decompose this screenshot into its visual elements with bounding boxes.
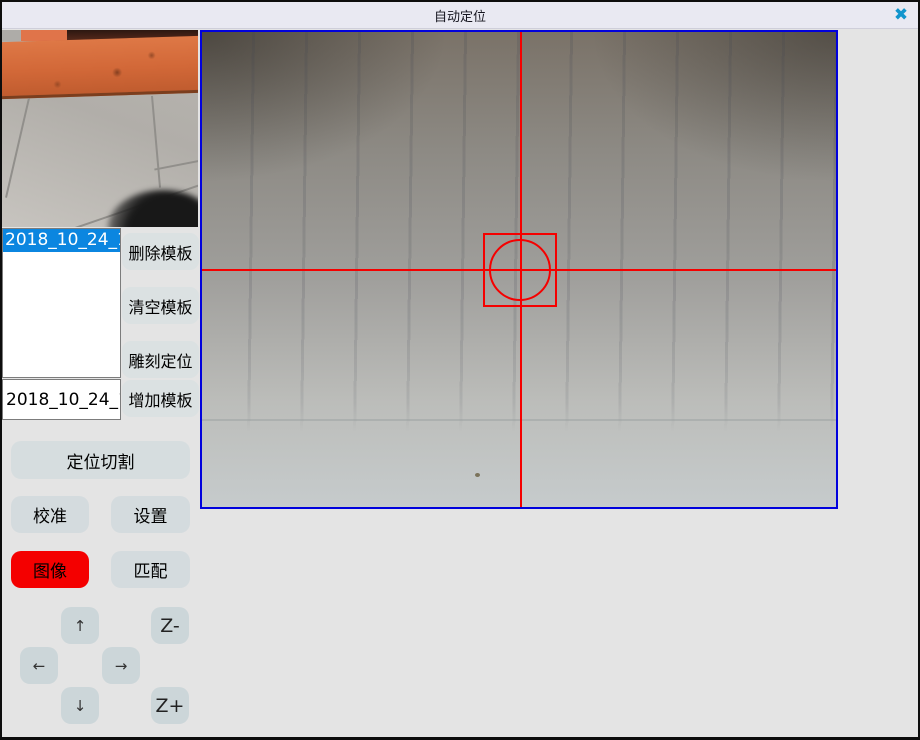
thumb-grout-line	[154, 159, 198, 170]
close-icon[interactable]: ✖	[890, 4, 912, 26]
jog-z-plus-button[interactable]: Z+	[151, 687, 189, 724]
thumb-grout-line	[5, 98, 30, 198]
jog-down-button[interactable]: ↓	[61, 687, 99, 724]
jog-right-button[interactable]: →	[102, 647, 140, 684]
thumb-dark-object	[108, 190, 198, 227]
image-button[interactable]: 图像	[11, 551, 89, 588]
position-cut-button[interactable]: 定位切割	[11, 441, 190, 479]
match-button[interactable]: 匹配	[111, 551, 190, 588]
template-thumbnail	[2, 30, 198, 227]
window-title: 自动定位	[434, 6, 486, 25]
titlebar: 自动定位 ✖	[2, 2, 918, 29]
list-item[interactable]: 2018_10_24_11	[3, 229, 120, 252]
auto-position-dialog: 自动定位 ✖ 2018_10_24_11 2018_10_24_11 删除模板 …	[0, 0, 920, 740]
settings-button[interactable]: 设置	[111, 496, 190, 533]
jog-left-button[interactable]: ←	[20, 647, 58, 684]
engrave-position-button[interactable]: 雕刻定位	[122, 341, 199, 378]
thumb-wood-plank	[2, 36, 198, 99]
thumb-top-gray	[2, 30, 21, 41]
template-list[interactable]: 2018_10_24_11	[2, 228, 121, 378]
delete-template-button[interactable]: 删除模板	[122, 233, 199, 270]
thumb-grout-line	[151, 96, 161, 188]
camera-view[interactable]	[200, 30, 838, 509]
crosshair-horizontal-line	[202, 269, 836, 271]
template-name-field[interactable]: 2018_10_24_11	[2, 379, 121, 420]
camera-speck	[475, 473, 480, 477]
add-template-button[interactable]: 增加模板	[122, 380, 199, 417]
clear-templates-button[interactable]: 清空模板	[122, 287, 199, 324]
calibrate-button[interactable]: 校准	[11, 496, 89, 533]
camera-junction-line	[202, 419, 836, 421]
jog-up-button[interactable]: ↑	[61, 607, 99, 644]
jog-z-minus-button[interactable]: Z-	[151, 607, 189, 644]
